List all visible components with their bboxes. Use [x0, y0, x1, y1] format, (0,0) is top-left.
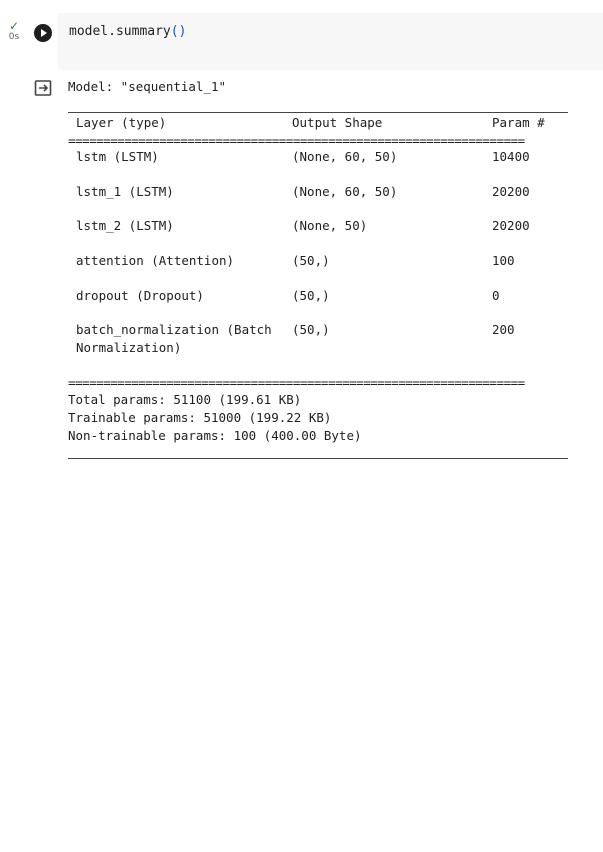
code-line: model.summary() — [69, 24, 186, 39]
row-layer: lstm (LSTM) — [76, 149, 159, 164]
header-param: Param # — [492, 115, 545, 130]
code-editor[interactable]: model.summary() — [58, 13, 603, 70]
code-cell: ✓ 0s model.summary() — [0, 0, 603, 70]
output-icon[interactable] — [34, 79, 52, 97]
row-params: 100 — [492, 253, 515, 268]
row-shape: (50,) — [292, 253, 330, 268]
row-layer-continued: Normalization) — [76, 340, 182, 355]
execution-time: 0s — [8, 32, 20, 42]
bottom-rule — [68, 458, 568, 459]
cell-status: ✓ 0s — [0, 20, 28, 42]
code-parens: () — [170, 24, 187, 39]
row-layer: lstm_1 (LSTM) — [76, 184, 174, 199]
row-params: 20200 — [492, 184, 530, 199]
code-method: .summary — [108, 24, 171, 39]
row-shape: (None, 60, 50) — [292, 184, 398, 199]
model-title: Model: "sequential_1" — [68, 79, 227, 94]
check-icon: ✓ — [8, 19, 20, 33]
row-params: 20200 — [492, 218, 530, 233]
trainable-params: Trainable params: 51000 (199.22 KB) — [68, 410, 332, 425]
row-layer: batch_normalization (Batch — [76, 322, 272, 337]
row-shape: (None, 50) — [292, 218, 368, 233]
row-shape: (None, 60, 50) — [292, 149, 398, 164]
top-rule — [68, 112, 568, 113]
summary-double-rule: ========================================… — [68, 375, 525, 390]
code-object: model — [69, 24, 109, 39]
header-output-shape: Output Shape — [292, 115, 383, 130]
row-params: 10400 — [492, 149, 530, 164]
row-params: 200 — [492, 322, 515, 337]
total-params: Total params: 51100 (199.61 KB) — [68, 392, 302, 407]
row-shape: (50,) — [292, 288, 330, 303]
row-layer: attention (Attention) — [76, 253, 235, 268]
cell-output: Model: "sequential_1" Layer (type) Outpu… — [68, 78, 598, 852]
run-cell-button[interactable] — [34, 24, 52, 42]
row-layer: lstm_2 (LSTM) — [76, 218, 174, 233]
row-shape: (50,) — [292, 322, 330, 337]
header-layer: Layer (type) — [76, 115, 167, 130]
row-params: 0 — [492, 288, 500, 303]
non-trainable-params: Non-trainable params: 100 (400.00 Byte) — [68, 428, 362, 443]
row-layer: dropout (Dropout) — [76, 288, 204, 303]
